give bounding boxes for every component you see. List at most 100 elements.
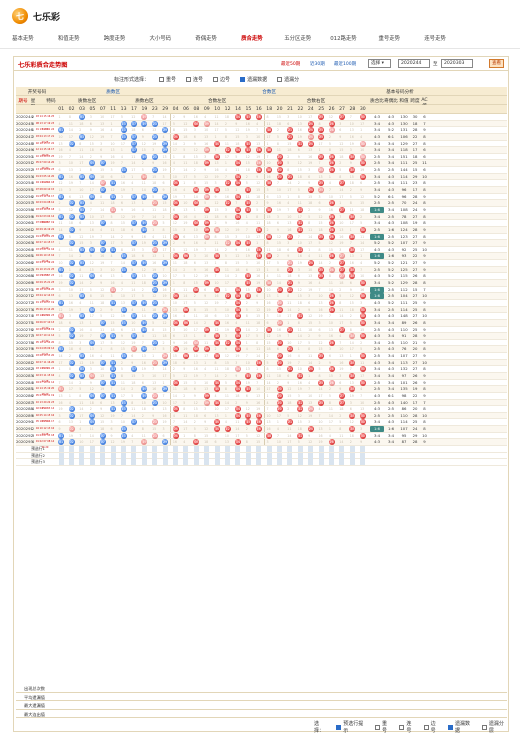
forecast-cell[interactable] xyxy=(349,452,355,459)
forecast-cell[interactable] xyxy=(339,459,345,466)
forecast-cell[interactable] xyxy=(204,459,210,466)
forecast-cell[interactable] xyxy=(172,452,178,459)
forecast-cell[interactable] xyxy=(245,452,251,459)
option-0[interactable]: 重号 xyxy=(159,76,176,83)
forecast-row[interactable]: 预选行3 xyxy=(16,459,507,466)
forecast-cell[interactable] xyxy=(266,459,272,466)
forecast-cell[interactable] xyxy=(120,446,126,453)
forecast-cell[interactable] xyxy=(183,459,189,466)
forecast-cell[interactable] xyxy=(297,452,303,459)
forecast-cell[interactable] xyxy=(308,452,314,459)
option-3[interactable]: 遗漏数据 xyxy=(240,76,267,83)
forecast-cell[interactable] xyxy=(68,452,74,459)
forecast-cell[interactable] xyxy=(360,446,366,453)
nav-item[interactable]: 连号走势 xyxy=(412,33,458,45)
range-select[interactable]: 选择 ▾ xyxy=(368,59,391,68)
query-button[interactable]: 查看 xyxy=(489,59,504,68)
forecast-cell[interactable] xyxy=(308,459,314,466)
nav-item[interactable]: 012路走势 xyxy=(321,33,367,45)
forecast-cell[interactable] xyxy=(58,446,64,453)
forecast-cell[interactable] xyxy=(318,452,324,459)
forecast-cell[interactable] xyxy=(141,459,147,466)
forecast-cell[interactable] xyxy=(214,446,220,453)
checkbox-icon[interactable] xyxy=(399,724,405,730)
forecast-cell[interactable] xyxy=(256,446,262,453)
forecast-cell[interactable] xyxy=(204,452,210,459)
forecast-cell[interactable] xyxy=(100,459,106,466)
checkbox-icon[interactable] xyxy=(375,724,380,730)
forecast-cell[interactable] xyxy=(110,452,116,459)
forecast-cell[interactable] xyxy=(328,452,334,459)
forecast-cell[interactable] xyxy=(162,452,168,459)
forecast-row[interactable]: 预选行2 xyxy=(16,452,507,460)
forecast-cell[interactable] xyxy=(131,446,137,453)
forecast-cell[interactable] xyxy=(297,446,303,453)
checkbox-icon[interactable] xyxy=(240,77,246,82)
option-2[interactable]: 边号 xyxy=(213,76,230,83)
forecast-cell[interactable] xyxy=(349,446,355,453)
forecast-cell[interactable] xyxy=(204,446,210,453)
forecast-cell[interactable] xyxy=(224,459,230,466)
forecast-cell[interactable] xyxy=(276,459,282,466)
nav-item[interactable]: 重号走势 xyxy=(366,33,412,45)
forecast-cell[interactable] xyxy=(152,459,158,466)
nav-item[interactable]: 大小号码 xyxy=(137,33,183,45)
forecast-cell[interactable] xyxy=(235,459,241,466)
checkbox-icon[interactable] xyxy=(448,724,453,730)
forecast-cell[interactable] xyxy=(162,459,168,466)
forecast-cell[interactable] xyxy=(245,459,251,466)
forecast-cell[interactable] xyxy=(193,452,199,459)
forecast-cell[interactable] xyxy=(360,459,366,466)
forecast-cell[interactable] xyxy=(266,452,272,459)
nav-item[interactable]: 和值走势 xyxy=(46,33,92,45)
forecast-cell[interactable] xyxy=(287,446,293,453)
forecast-cell[interactable] xyxy=(79,459,85,466)
forecast-cell[interactable] xyxy=(308,446,314,453)
nav-item[interactable]: 奇偶走势 xyxy=(183,33,229,45)
forecast-cell[interactable] xyxy=(68,446,74,453)
forecast-cell[interactable] xyxy=(224,452,230,459)
forecast-cell[interactable] xyxy=(131,452,137,459)
forecast-cell[interactable] xyxy=(152,446,158,453)
forecast-cell[interactable] xyxy=(100,446,106,453)
forecast-cell[interactable] xyxy=(89,459,95,466)
forecast-cell[interactable] xyxy=(276,446,282,453)
forecast-cell[interactable] xyxy=(152,452,158,459)
forecast-cell[interactable] xyxy=(79,446,85,453)
nav-item[interactable]: 质合走势 xyxy=(229,33,275,45)
forecast-row[interactable]: 预选行1 xyxy=(16,446,507,453)
forecast-cell[interactable] xyxy=(256,459,262,466)
forecast-cell[interactable] xyxy=(68,459,74,466)
site-logo[interactable]: 七 七乐彩 xyxy=(12,8,60,24)
forecast-cell[interactable] xyxy=(183,446,189,453)
forecast-cell[interactable] xyxy=(214,459,220,466)
forecast-cell[interactable] xyxy=(110,459,116,466)
forecast-cell[interactable] xyxy=(328,446,334,453)
issue-to-input[interactable]: 2020303 xyxy=(441,59,473,68)
forecast-cell[interactable] xyxy=(193,459,199,466)
forecast-cell[interactable] xyxy=(235,452,241,459)
forecast-cell[interactable] xyxy=(339,446,345,453)
forecast-cell[interactable] xyxy=(120,459,126,466)
forecast-cell[interactable] xyxy=(162,446,168,453)
checkbox-icon[interactable] xyxy=(277,77,283,82)
forecast-cell[interactable] xyxy=(89,452,95,459)
forecast-cell[interactable] xyxy=(120,452,126,459)
forecast-cell[interactable] xyxy=(339,452,345,459)
forecast-cell[interactable] xyxy=(131,459,137,466)
forecast-cell[interactable] xyxy=(58,459,64,466)
range-last-100[interactable]: 最近100期 xyxy=(334,61,356,67)
forecast-cell[interactable] xyxy=(172,459,178,466)
forecast-cell[interactable] xyxy=(245,446,251,453)
forecast-cell[interactable] xyxy=(224,446,230,453)
checkbox-icon[interactable] xyxy=(336,724,342,730)
forecast-cell[interactable] xyxy=(235,446,241,453)
option-1[interactable]: 连号 xyxy=(186,76,203,83)
checkbox-icon[interactable] xyxy=(423,724,429,730)
forecast-cell[interactable] xyxy=(287,459,293,466)
forecast-cell[interactable] xyxy=(266,446,272,453)
forecast-cell[interactable] xyxy=(214,452,220,459)
forecast-cell[interactable] xyxy=(318,446,324,453)
forecast-cell[interactable] xyxy=(287,452,293,459)
forecast-cell[interactable] xyxy=(297,459,303,466)
